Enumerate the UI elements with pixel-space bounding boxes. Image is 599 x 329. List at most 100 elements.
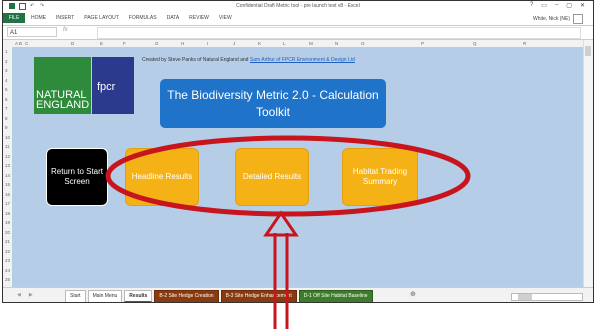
window-title: Confidential Draft Metric tool - pre lau… [236,3,360,9]
next-sheet-icon[interactable]: ▶ [29,292,33,298]
column-header[interactable]: G [155,41,159,46]
sheet-tab-main-menu[interactable]: Main Menu [87,290,123,302]
column-header[interactable]: M [309,41,313,46]
row-header[interactable]: 16 [5,192,10,197]
sheet-tab-d1[interactable]: D-1 Off Site Habitat Baseline [298,290,373,302]
horizontal-scrollbar[interactable] [511,293,583,301]
row-header[interactable]: 25 [5,277,10,282]
fx-icon[interactable]: fx [63,27,68,33]
column-header[interactable]: P [421,41,424,46]
worksheet-area[interactable]: Created by Steve Panks of Natural Englan… [12,47,585,287]
excel-logo-icon[interactable] [9,3,15,9]
column-header[interactable]: E [100,41,103,46]
row-header[interactable]: 5 [5,87,8,92]
title-bar: ↶ ↷ Confidential Draft Metric tool - pre… [3,1,593,12]
column-header[interactable]: B [19,41,22,46]
close-icon[interactable]: ✕ [580,2,585,9]
row-header[interactable]: 11 [5,144,10,149]
column-header[interactable]: H [181,41,184,46]
row-header[interactable]: 2 [5,59,8,64]
column-header[interactable]: C [25,41,28,46]
row-header[interactable]: 8 [5,116,8,121]
help-icon[interactable]: ? [530,2,533,9]
credit-line: Created by Steve Panks of Natural Englan… [142,57,355,63]
sheet-tab-b2[interactable]: B-2 Site Hedge Creation [154,290,219,302]
row-header[interactable]: 10 [5,135,10,140]
row-header[interactable]: 4 [5,78,8,83]
excel-window: ↶ ↷ Confidential Draft Metric tool - pre… [2,0,594,303]
column-header[interactable]: O [361,41,365,46]
row-header[interactable]: 1 [5,49,8,54]
sheet-tab-start[interactable]: Start [65,290,86,302]
row-header[interactable]: 17 [5,201,10,206]
headline-results-button[interactable]: Headline Results [125,148,199,206]
row-header[interactable]: 12 [5,154,10,159]
name-box[interactable]: A1 [7,27,57,37]
natural-england-logo: NATURAL ENGLAND [34,57,91,114]
row-header[interactable]: 6 [5,97,8,102]
formula-bar: A1 fx [3,26,593,40]
column-header[interactable]: K [258,41,261,46]
toolkit-title: The Biodiversity Metric 2.0 - Calculatio… [160,79,386,128]
horizontal-scroll-thumb[interactable] [518,294,532,300]
credit-link[interactable]: Sam Arthur of FPCR Environment & Design … [250,57,355,63]
fpcr-logo: fpcr [92,57,134,114]
quick-access-toolbar: ↶ ↷ [9,3,46,10]
user-account[interactable]: White, Nick (NE) [533,14,583,24]
row-header[interactable]: 19 [5,220,10,225]
column-header[interactable]: N [335,41,338,46]
row-header[interactable]: 23 [5,258,10,263]
habitat-trading-summary-button[interactable]: Habitat Trading Summary [342,148,418,206]
return-to-start-button[interactable]: Return to Start Screen [46,148,108,206]
row-header[interactable]: 15 [5,182,10,187]
tab-insert[interactable]: INSERT [56,15,74,21]
row-header[interactable]: 13 [5,163,10,168]
row-header[interactable]: 9 [5,125,8,130]
column-header[interactable]: F [123,41,126,46]
add-sheet-icon[interactable]: ⊕ [410,290,416,298]
credit-text: Created by Steve Panks of Natural Englan… [142,57,249,63]
column-header[interactable]: R [523,41,526,46]
formula-input[interactable] [97,27,581,39]
natural-england-logo-text: NATURAL ENGLAND [36,89,90,111]
row-header[interactable]: 24 [5,268,10,273]
column-header[interactable]: Q [473,41,477,46]
row-header[interactable]: 3 [5,68,8,73]
detailed-results-button[interactable]: Detailed Results [235,148,309,206]
ribbon-tabs: FILE HOME INSERT PAGE LAYOUT FORMULAS DA… [3,12,593,26]
column-header[interactable]: I [207,41,208,46]
save-icon[interactable] [19,3,26,10]
row-header[interactable]: 22 [5,249,10,254]
row-header[interactable]: 14 [5,173,10,178]
row-header[interactable]: 21 [5,239,10,244]
tab-data[interactable]: DATA [167,15,180,21]
vertical-scroll-thumb[interactable] [585,46,591,56]
column-header[interactable]: D [71,41,74,46]
sheet-tabs-bar: ◀ ▶ Start Main Menu Results B-2 Site Hed… [3,287,593,302]
row-header[interactable]: 7 [5,106,8,111]
tab-view[interactable]: VIEW [219,15,232,21]
file-tab[interactable]: FILE [3,13,25,23]
minimize-icon[interactable]: – [555,2,558,9]
undo-icon[interactable]: ↶ [30,3,36,9]
tab-review[interactable]: REVIEW [189,15,209,21]
column-header[interactable]: L [283,41,286,46]
prev-sheet-icon[interactable]: ◀ [17,292,21,298]
sheet-nav: ◀ ▶ [17,292,33,298]
sheet-tab-results[interactable]: Results [124,290,153,302]
window-controls: ? ▭ – ▢ ✕ [530,2,585,9]
tab-formulas[interactable]: FORMULAS [129,15,157,21]
row-header[interactable]: 20 [5,230,10,235]
tab-home[interactable]: HOME [31,15,46,21]
tab-page-layout[interactable]: PAGE LAYOUT [84,15,119,21]
maximize-icon[interactable]: ▢ [566,2,572,9]
redo-icon[interactable]: ↷ [40,3,46,9]
column-header[interactable]: J [233,41,235,46]
row-header[interactable]: 18 [5,211,10,216]
column-header[interactable]: A [15,41,18,46]
vertical-scrollbar[interactable] [583,40,593,287]
sheet-tab-b3[interactable]: B-3 Site Hedge Enhancement [220,290,297,302]
fpcr-logo-text: fpcr [97,81,116,93]
user-name: White, Nick (NE) [533,16,570,22]
ribbon-display-icon[interactable]: ▭ [541,2,547,9]
